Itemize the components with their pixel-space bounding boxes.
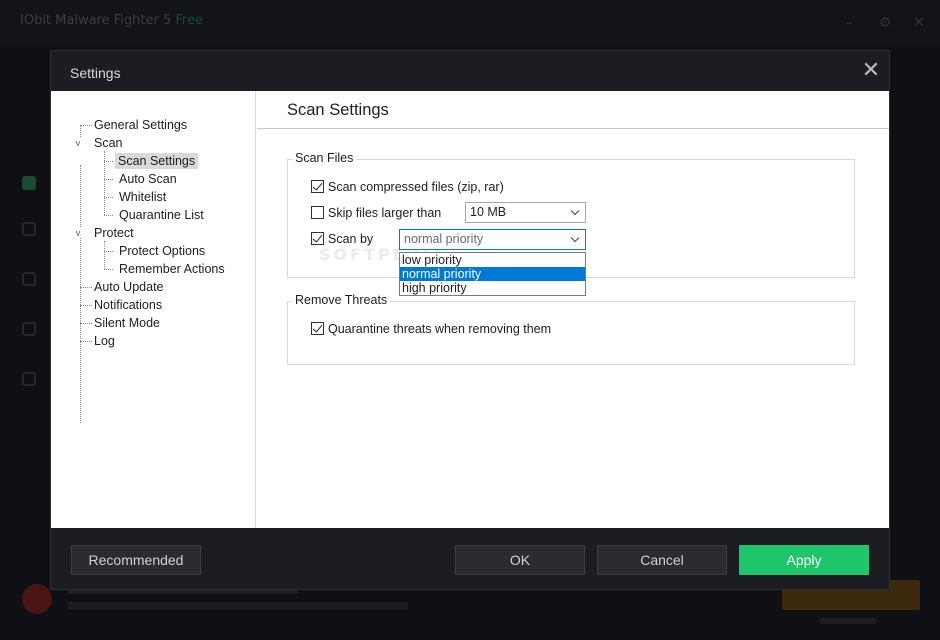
title-divider <box>257 128 889 129</box>
scan-priority-value: normal priority <box>404 232 484 246</box>
tree-item-protect[interactable]: Protect <box>91 225 137 241</box>
tree-connector <box>80 165 81 423</box>
tree-item-scan-settings[interactable]: Scan Settings <box>115 153 199 169</box>
close-button[interactable]: ✕ <box>861 60 881 82</box>
dialog-content: v v General Settings Scan Scan Settings … <box>51 91 889 528</box>
settings-pane: Scan Settings SOFTPEDIA Scan Files Scan … <box>257 91 889 528</box>
quarantine-label: Quarantine threats when removing them <box>328 322 552 336</box>
scan-compressed-label: Scan compressed files (zip, rar) <box>328 180 504 194</box>
recommended-button[interactable]: Recommended <box>71 545 201 575</box>
scan-priority-select[interactable]: normal priority <box>399 229 586 250</box>
background-app-titlebar: IObit Malware Fighter 5 Free – ⚙ ✕ <box>0 0 940 46</box>
promo-text-line <box>68 602 408 610</box>
chevron-down-icon[interactable] <box>567 230 585 249</box>
scan-files-group-label: Scan Files <box>292 151 357 165</box>
promo-link <box>820 618 876 624</box>
tree-connector <box>104 269 113 270</box>
priority-option-high[interactable]: high priority <box>400 281 585 295</box>
skip-larger-row[interactable]: Skip files larger than <box>311 206 441 222</box>
dialog-title: Settings <box>70 65 121 81</box>
gear-icon: ⚙ <box>878 15 892 31</box>
cancel-button[interactable]: Cancel <box>597 545 727 575</box>
chevron-down-icon[interactable] <box>567 203 585 222</box>
page-title: Scan Settings <box>287 101 389 119</box>
priority-option-low[interactable]: low priority <box>400 253 585 267</box>
tree-connector <box>104 241 105 269</box>
promo-logo-icon <box>22 584 52 614</box>
skip-larger-checkbox[interactable] <box>311 206 324 219</box>
skip-larger-label: Skip files larger than <box>328 206 442 220</box>
list-icon <box>22 372 36 386</box>
tree-item-log[interactable]: Log <box>91 333 118 349</box>
size-limit-select[interactable]: 10 MB <box>465 202 586 223</box>
expand-chevron-icon[interactable]: v <box>73 138 83 148</box>
lock-icon <box>22 322 36 336</box>
settings-tree: v v General Settings Scan Scan Settings … <box>51 91 256 528</box>
search-icon <box>22 222 36 236</box>
scan-compressed-row[interactable]: Scan compressed files (zip, rar) <box>311 180 504 196</box>
tree-item-protect-options[interactable]: Protect Options <box>116 243 208 259</box>
background-app-title: IObit Malware Fighter 5 Free <box>20 13 203 28</box>
close-icon: ✕ <box>913 15 925 31</box>
tree-item-auto-scan[interactable]: Auto Scan <box>116 171 180 187</box>
quarantine-row[interactable]: Quarantine threats when removing them <box>311 322 551 338</box>
tree-connector <box>104 161 113 162</box>
scan-by-row[interactable]: Scan by <box>311 232 373 248</box>
tree-item-remember-actions[interactable]: Remember Actions <box>116 261 228 277</box>
scan-priority-dropdown: low priority normal priority high priori… <box>399 252 586 296</box>
background-app-title-accent: Free <box>175 13 203 28</box>
tree-connector <box>104 179 113 180</box>
tree-connector <box>104 215 113 216</box>
background-app-title-text: IObit Malware Fighter 5 <box>20 13 172 28</box>
tree-item-silent-mode[interactable]: Silent Mode <box>91 315 163 331</box>
scan-by-label: Scan by <box>328 232 374 246</box>
shield-icon <box>22 176 36 190</box>
tree-item-notifications[interactable]: Notifications <box>91 297 165 313</box>
scan-compressed-checkbox[interactable] <box>311 180 324 193</box>
tools-icon <box>22 272 36 286</box>
tree-item-scan[interactable]: Scan <box>91 135 126 151</box>
scan-by-checkbox[interactable] <box>311 232 324 245</box>
tree-item-whitelist[interactable]: Whitelist <box>116 189 169 205</box>
remove-threats-group-label: Remove Threats <box>292 293 391 307</box>
settings-dialog: Settings ✕ v v General Settings Scan Sca… <box>50 50 890 590</box>
quarantine-checkbox[interactable] <box>311 322 324 335</box>
minimize-icon: – <box>845 15 853 31</box>
priority-option-normal[interactable]: normal priority <box>400 267 585 281</box>
expand-chevron-icon[interactable]: v <box>73 228 83 238</box>
tree-item-quarantine-list[interactable]: Quarantine List <box>116 207 207 223</box>
tree-connector <box>104 197 113 198</box>
ok-button[interactable]: OK <box>455 545 585 575</box>
tree-item-general-settings[interactable]: General Settings <box>91 117 190 133</box>
tree-item-auto-update[interactable]: Auto Update <box>91 279 167 295</box>
size-limit-value: 10 MB <box>470 205 507 219</box>
tree-connector <box>104 251 113 252</box>
apply-button[interactable]: Apply <box>739 545 869 575</box>
